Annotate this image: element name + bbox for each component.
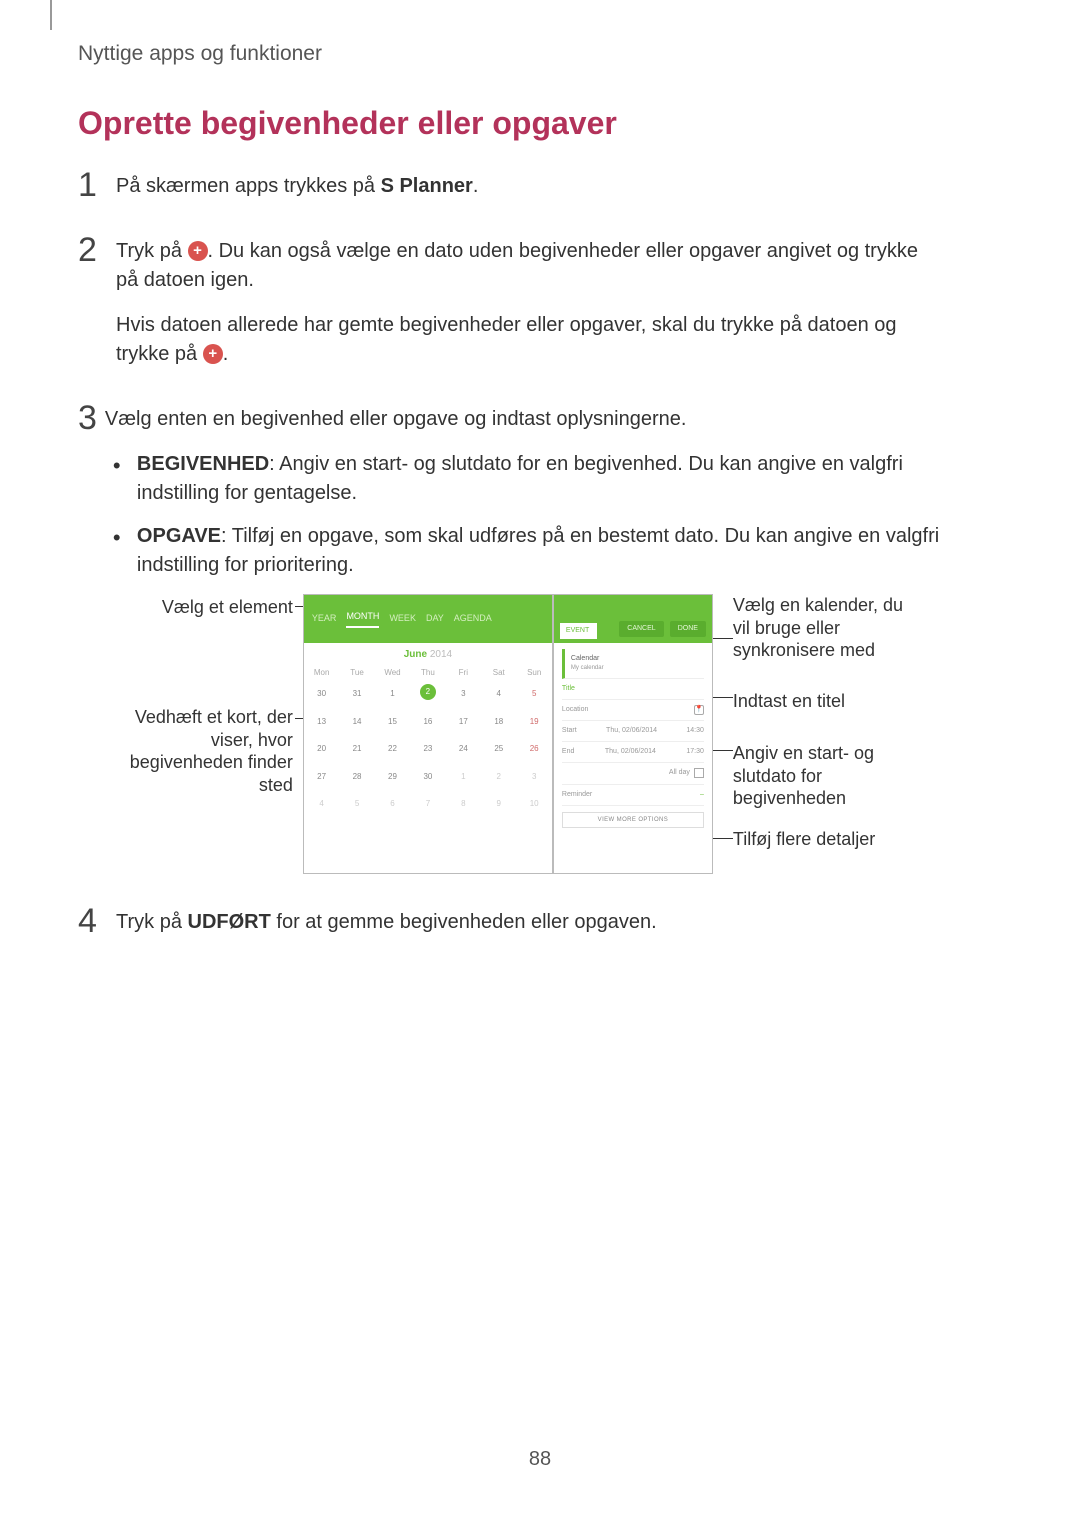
view-more-button[interactable]: VIEW MORE OPTIONS xyxy=(562,812,704,829)
time: 17:30 xyxy=(686,747,704,757)
diagram: Vælg et element Vedhæft et kort, der vis… xyxy=(123,594,983,884)
location-field[interactable]: Location 📍 xyxy=(562,700,704,721)
title-field[interactable]: Title xyxy=(562,679,704,700)
text: . Du kan også vælge en dato uden begiven… xyxy=(116,240,918,291)
start-field[interactable]: Start Thu, 02/06/2014 14:30 xyxy=(562,721,704,742)
mock-event-form-panel: EVENT CANCEL DONE Calendar My calendar xyxy=(553,594,713,874)
callout-select-element: Vælg et element xyxy=(123,596,293,619)
text: Vælg enten en begivenhed eller opgave og… xyxy=(105,405,983,434)
bullet-term: OPGAVE xyxy=(137,525,221,547)
text: Tryk på xyxy=(116,240,188,262)
done-label: UDFØRT xyxy=(188,911,271,933)
value: Thu, 02/06/2014 xyxy=(606,726,657,736)
add-icon: + xyxy=(188,241,208,261)
tab-week: WEEK xyxy=(389,612,416,625)
callout-more-details: Tilføj flere detaljer xyxy=(733,828,923,851)
step-2: 2 Tryk på +. Du kan også vælge en dato u… xyxy=(78,237,938,385)
step-number: 2 xyxy=(78,233,108,267)
callout-enter-title: Indtast en titel xyxy=(733,690,923,713)
text: Tryk på xyxy=(116,911,188,933)
add-icon: + xyxy=(203,344,223,364)
step-4: 4 Tryk på UDFØRT for at gemme begivenhed… xyxy=(78,908,938,953)
page-crop-mark xyxy=(50,0,52,30)
bullet-task: OPGAVE: Tilføj en opgave, som skal udfør… xyxy=(127,522,983,580)
location-label: Location xyxy=(562,705,588,715)
step-number: 1 xyxy=(78,168,108,202)
reminder-field[interactable]: Reminder – xyxy=(562,785,704,806)
month-label: June 2014 xyxy=(304,643,552,665)
text: for at gemme begivenheden eller opgaven. xyxy=(271,911,657,933)
text: Hvis datoen allerede har gemte begivenhe… xyxy=(116,314,897,365)
reminder-label: Reminder xyxy=(562,790,592,800)
text: På skærmen apps trykkes på xyxy=(116,175,381,197)
bullet-term: BEGIVENHED xyxy=(137,453,269,475)
label: Start xyxy=(562,726,577,736)
calendar-sub: My calendar xyxy=(571,664,604,673)
tab-month: MONTH xyxy=(346,610,379,627)
cancel-button[interactable]: CANCEL xyxy=(619,621,663,637)
running-header: Nyttige apps og funktioner xyxy=(78,42,322,66)
step-1: 1 På skærmen apps trykkes på S Planner. xyxy=(78,172,938,217)
label: End xyxy=(562,747,574,757)
allday-label: All day xyxy=(669,768,690,778)
calendar-label: Calendar xyxy=(571,654,604,664)
calendar-grid: MonTueWedThuFriSatSun3031123451314151617… xyxy=(304,665,552,819)
tab-agenda: AGENDA xyxy=(454,612,492,625)
allday-field[interactable]: All day xyxy=(562,763,704,784)
text: : Tilføj en opgave, som skal udføres på … xyxy=(137,525,939,576)
checkbox-icon[interactable] xyxy=(694,768,704,778)
page-number: 88 xyxy=(0,1448,1080,1471)
page-content: Oprette begivenheder eller opgaver 1 På … xyxy=(78,105,938,973)
event-tab-selected: EVENT xyxy=(560,623,597,639)
time: 14:30 xyxy=(686,726,704,736)
calendar-tabs: YEAR MONTH WEEK DAY AGENDA xyxy=(304,595,552,643)
year: 2014 xyxy=(430,649,452,660)
step-3: 3 Vælg enten en begivenhed eller opgave … xyxy=(78,405,938,884)
tab-day: DAY xyxy=(426,612,444,625)
value: Thu, 02/06/2014 xyxy=(605,747,656,757)
tab-year: YEAR xyxy=(312,612,337,625)
step-number: 4 xyxy=(78,904,108,938)
text: . xyxy=(473,175,479,197)
end-field[interactable]: End Thu, 02/06/2014 17:30 xyxy=(562,742,704,763)
month: June xyxy=(404,649,427,660)
step-number: 3 xyxy=(78,401,97,435)
callout-set-dates: Angiv en start- og slutdato for begivenh… xyxy=(733,742,923,810)
callout-attach-map: Vedhæft et kort, der viser, hvor begiven… xyxy=(123,706,293,796)
text: . xyxy=(223,343,229,365)
section-title: Oprette begivenheder eller opgaver xyxy=(78,105,938,142)
event-form-header: EVENT CANCEL DONE xyxy=(554,595,712,643)
mock-calendar-panel: YEAR MONTH WEEK DAY AGENDA June 2014 Mon… xyxy=(303,594,553,874)
app-name: S Planner xyxy=(381,175,473,197)
bullet-event: BEGIVENHED: Angiv en start- og slutdato … xyxy=(127,450,983,508)
done-button[interactable]: DONE xyxy=(670,621,706,637)
map-pin-icon[interactable]: 📍 xyxy=(694,705,704,715)
callout-select-calendar: Vælg en kalender, du vil bruge eller syn… xyxy=(733,594,923,662)
calendar-field: Calendar My calendar xyxy=(562,649,704,679)
